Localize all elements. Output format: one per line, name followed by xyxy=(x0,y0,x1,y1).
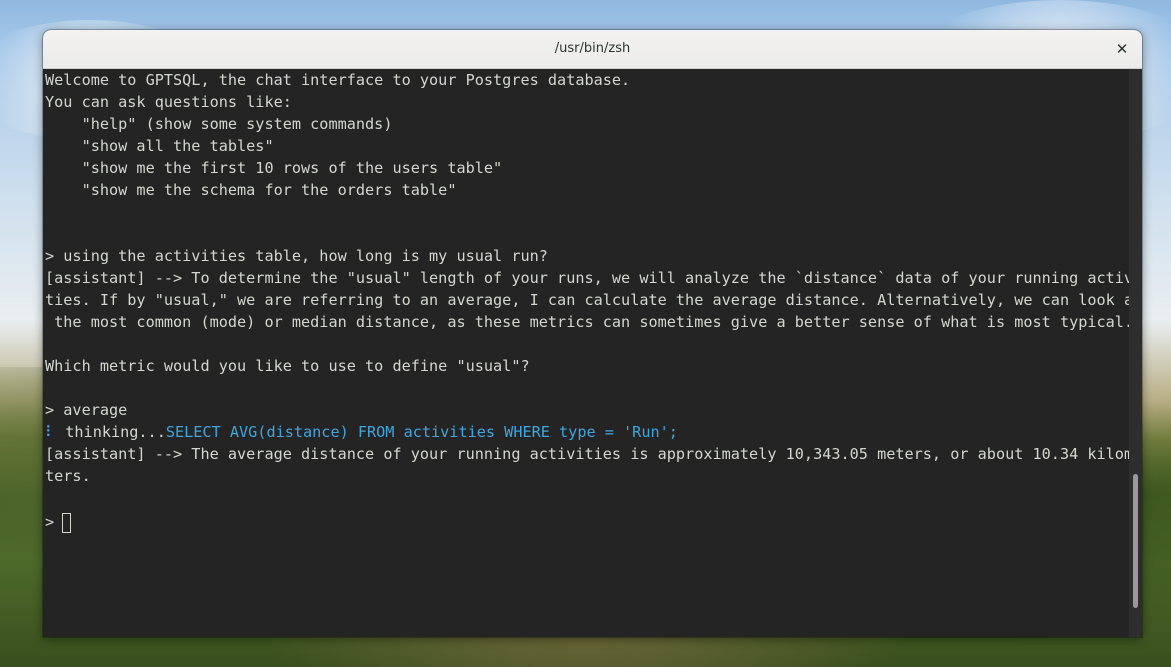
prompt-symbol: > xyxy=(45,513,55,531)
spinner-icon: ⠇ xyxy=(45,423,57,441)
vertical-scrollbar[interactable] xyxy=(1129,69,1142,637)
text-cursor[interactable] xyxy=(62,512,72,533)
assistant-answer-line: ters. xyxy=(45,467,91,485)
assistant-response-line: ties. If by "usual," we are referring to… xyxy=(45,291,1129,309)
assistant-response-line: the most common (mode) or median distanc… xyxy=(45,313,1129,331)
scrollbar-thumb[interactable] xyxy=(1133,474,1138,608)
terminal-output[interactable]: Welcome to GPTSQL, the chat interface to… xyxy=(43,69,1129,637)
title-bar[interactable]: /usr/bin/zsh ✕ xyxy=(43,30,1142,69)
terminal-window: /usr/bin/zsh ✕ Welcome to GPTSQL, the ch… xyxy=(43,30,1142,637)
assistant-question-line: Which metric would you like to use to de… xyxy=(45,357,530,375)
terminal-line: Welcome to GPTSQL, the chat interface to… xyxy=(45,71,631,89)
terminal-line: You can ask questions like: xyxy=(45,93,292,111)
terminal-line: "show all the tables" xyxy=(45,137,274,155)
terminal-line: "show me the schema for the orders table… xyxy=(45,181,457,199)
user-answer-line: > average xyxy=(45,401,128,419)
close-button[interactable]: ✕ xyxy=(1112,39,1132,59)
thinking-line: ⠇ thinking...SELECT AVG(distance) FROM a… xyxy=(43,421,1129,443)
assistant-answer-line: [assistant] --> The average distance of … xyxy=(45,445,1129,463)
window-title: /usr/bin/zsh xyxy=(554,41,631,56)
input-prompt-line[interactable]: > xyxy=(43,509,1129,535)
sql-query: SELECT AVG(distance) FROM activities WHE… xyxy=(165,423,678,441)
assistant-response-line: [assistant] --> To determine the "usual"… xyxy=(45,269,1129,287)
thinking-label: thinking... xyxy=(56,423,166,441)
terminal-line: "help" (show some system commands) xyxy=(45,115,393,133)
terminal-line: "show me the first 10 rows of the users … xyxy=(45,159,503,177)
user-question-line: > using the activities table, how long i… xyxy=(45,247,548,265)
